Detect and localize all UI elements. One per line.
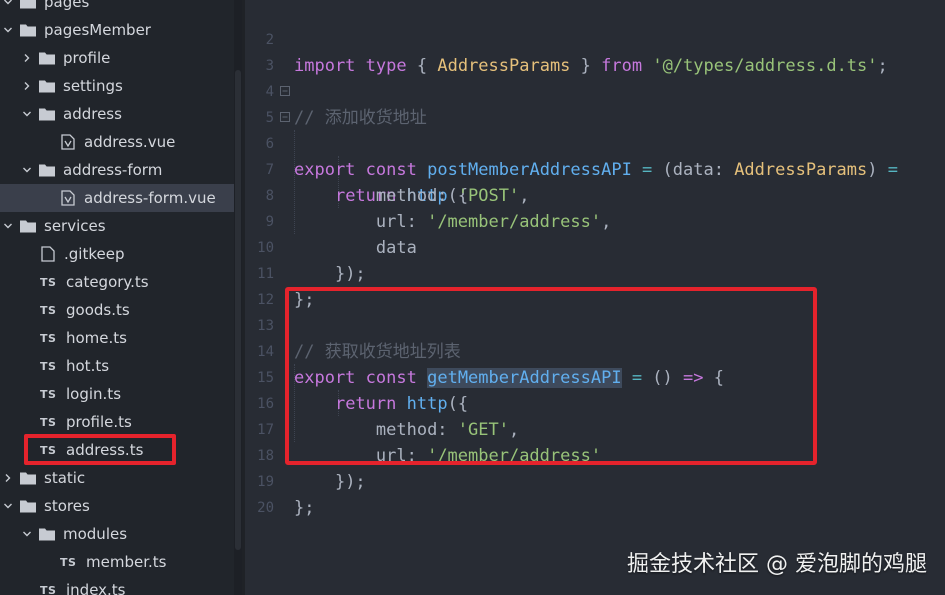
folder-icon xyxy=(39,162,55,178)
code-line-3[interactable]: 3 xyxy=(245,27,945,74)
typescript-file-icon: TS xyxy=(40,415,57,429)
tree-item-label: address-form.vue xyxy=(84,189,216,207)
code-line-6[interactable]: 6 return http({ xyxy=(245,105,945,206)
tree-item-static-folder[interactable]: static xyxy=(0,464,234,492)
watermark: 掘金技术社区 @ 爱泡脚的鸡腿 xyxy=(627,552,927,577)
tree-item-index-ts[interactable]: TS index.ts xyxy=(0,576,234,595)
typescript-file-icon: TS xyxy=(40,583,57,595)
code-line-5[interactable]: 5 export const postMemberAddressAPI = (d… xyxy=(245,79,945,180)
tree-item-home-ts[interactable]: TS home.ts xyxy=(0,324,234,352)
code-line-11[interactable]: 11 }; xyxy=(245,235,945,310)
code-line-7[interactable]: 7 method: 'POST', xyxy=(245,131,945,206)
chevron-down-icon xyxy=(2,0,14,7)
tree-item-profile-ts[interactable]: TS profile.ts xyxy=(0,408,234,436)
fold-minus-icon[interactable] xyxy=(280,86,290,96)
folder-icon xyxy=(39,78,55,94)
tree-item-label: profile xyxy=(63,49,111,67)
tree-item-member-ts[interactable]: TS member.ts xyxy=(0,548,234,576)
tree-item-pages[interactable]: pages xyxy=(0,0,234,16)
tree-item-label: services xyxy=(44,217,106,235)
code-line-20[interactable]: 20 xyxy=(245,469,945,516)
folder-icon xyxy=(20,498,36,514)
line-number: 20 xyxy=(257,500,274,516)
chevron-down-icon xyxy=(21,165,33,175)
folder-icon xyxy=(20,0,36,10)
vue-file-icon xyxy=(60,134,76,150)
tree-item-gitkeep[interactable]: .gitkeep xyxy=(0,240,234,268)
tree-item-label: .gitkeep xyxy=(64,245,125,263)
annotation-highlight-box xyxy=(285,287,817,465)
tree-item-label: stores xyxy=(44,497,90,515)
tree-item-settings-folder[interactable]: settings xyxy=(0,72,234,100)
tree-item-label: member.ts xyxy=(86,553,167,571)
chevron-down-icon xyxy=(2,501,14,511)
tree-item-label: modules xyxy=(63,525,128,543)
typescript-file-icon: TS xyxy=(40,387,57,401)
typescript-file-icon: TS xyxy=(40,331,57,345)
chevron-down-icon xyxy=(21,109,33,119)
vue-file-icon xyxy=(60,190,76,206)
code-line-2[interactable]: 2 import type { AddressParams } from '@/… xyxy=(245,1,945,76)
tree-item-services-folder[interactable]: services xyxy=(0,212,234,240)
tree-item-label: address-form xyxy=(63,161,163,179)
tree-item-modules-folder[interactable]: modules xyxy=(0,520,234,548)
tree-item-address-form-vue[interactable]: address-form.vue xyxy=(0,184,234,212)
tree-item-label: home.ts xyxy=(66,329,127,347)
folder-icon xyxy=(20,22,36,38)
tree-item-label: address.vue xyxy=(84,133,176,151)
chevron-down-icon xyxy=(2,221,14,231)
tree-item-label: hot.ts xyxy=(66,357,110,375)
tree-item-label: goods.ts xyxy=(66,301,130,319)
tree-item-login-ts[interactable]: TS login.ts xyxy=(0,380,234,408)
tree-item-label: profile.ts xyxy=(66,413,132,431)
tree-item-address-vue[interactable]: address.vue xyxy=(0,128,234,156)
chevron-right-icon xyxy=(21,81,33,91)
chevron-down-icon xyxy=(21,529,33,539)
typescript-file-icon: TS xyxy=(40,303,57,317)
tree-item-label: settings xyxy=(63,77,123,95)
fold-minus-icon[interactable] xyxy=(280,112,290,122)
tree-item-stores-folder[interactable]: stores xyxy=(0,492,234,520)
folder-icon xyxy=(39,106,55,122)
tree-item-label: pagesMember xyxy=(44,21,151,39)
tree-item-hot-ts[interactable]: TS hot.ts xyxy=(0,352,234,380)
tree-item-pagesmember[interactable]: pagesMember xyxy=(0,16,234,44)
chevron-right-icon xyxy=(21,53,33,63)
code-line-4[interactable]: 4 // 添加收货地址 xyxy=(245,53,945,128)
folder-icon xyxy=(39,526,55,542)
code-line-10[interactable]: 10 }); xyxy=(245,209,945,284)
chevron-right-icon xyxy=(2,473,14,483)
tree-item-profile-folder[interactable]: profile xyxy=(0,44,234,72)
tree-item-goods-ts[interactable]: TS goods.ts xyxy=(0,296,234,324)
chevron-down-icon xyxy=(2,25,14,35)
folder-icon xyxy=(20,218,36,234)
code-line-8[interactable]: 8 url: '/member/address', xyxy=(245,157,945,232)
sidebar-scrollbar-thumb[interactable] xyxy=(235,70,241,550)
file-icon xyxy=(40,246,56,262)
tree-item-label: pages xyxy=(44,0,90,11)
folder-icon xyxy=(39,50,55,66)
tree-item-label: login.ts xyxy=(66,385,122,403)
tree-item-category-ts[interactable]: TS category.ts xyxy=(0,268,234,296)
typescript-file-icon: TS xyxy=(60,555,77,569)
tree-item-label: static xyxy=(44,469,86,487)
folder-icon xyxy=(20,470,36,486)
tree-item-address-form-folder[interactable]: address-form xyxy=(0,156,234,184)
tree-item-label: address xyxy=(63,105,122,123)
tree-item-label: index.ts xyxy=(66,581,126,595)
file-explorer: pages pagesMember profile settings addre… xyxy=(0,0,242,595)
annotation-highlight-box xyxy=(24,434,176,465)
tree-item-label: category.ts xyxy=(66,273,149,291)
code-line-12[interactable]: 12 xyxy=(245,261,945,308)
code-line-9[interactable]: 9 data xyxy=(245,183,945,258)
typescript-file-icon: TS xyxy=(40,359,57,373)
tree-item-address-folder[interactable]: address xyxy=(0,100,234,128)
typescript-file-icon: TS xyxy=(40,275,57,289)
